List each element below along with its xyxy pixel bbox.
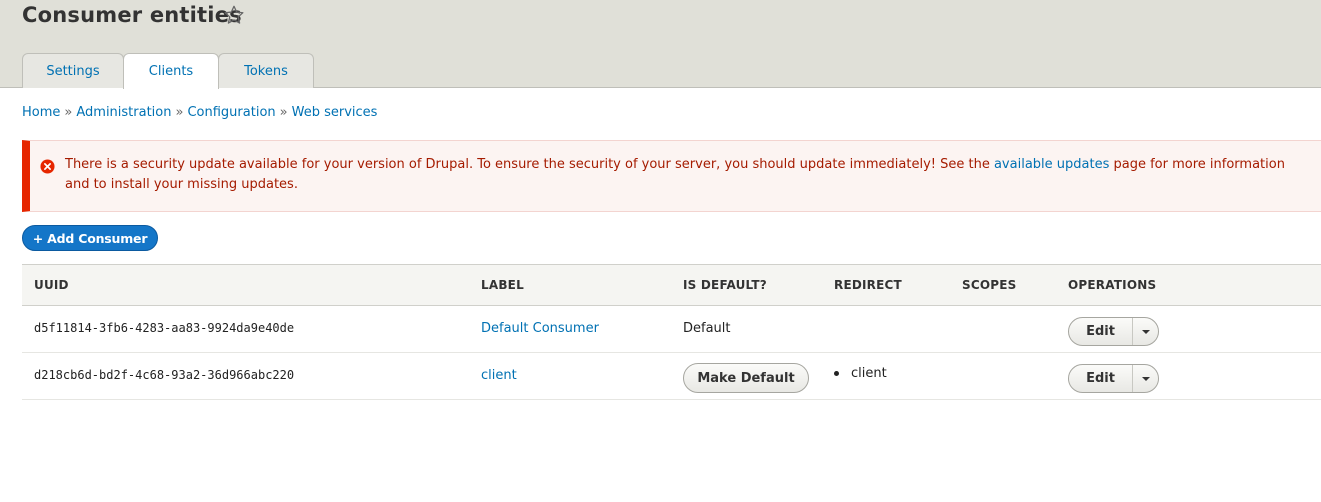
edit-button[interactable]: Edit <box>1069 365 1133 392</box>
alert-message: There is a security update available for… <box>65 155 1305 195</box>
operations-dropbutton: Edit <box>1068 364 1159 393</box>
breadcrumb-web-services[interactable]: Web services <box>292 105 378 120</box>
operations-dropbutton: Edit <box>1068 317 1159 346</box>
column-header-scopes: SCOPES <box>962 278 1017 292</box>
tab-tokens[interactable]: Tokens <box>218 53 314 88</box>
consumers-table: UUID LABEL IS DEFAULT? REDIRECT SCOPES O… <box>22 264 1321 400</box>
column-header-operations: OPERATIONS <box>1068 278 1157 292</box>
alert-text-before: There is a security update available for… <box>65 157 994 172</box>
table-header: UUID LABEL IS DEFAULT? REDIRECT SCOPES O… <box>22 264 1321 306</box>
table-row: d218cb6d-bd2f-4c68-93a2-36d966abc220 cli… <box>22 353 1321 400</box>
column-header-is-default: IS DEFAULT? <box>683 278 767 292</box>
page-header: Consumer entities Settings Clients Token… <box>0 0 1321 89</box>
redirect-list: client <box>834 366 887 381</box>
breadcrumb-home[interactable]: Home <box>22 105 60 120</box>
breadcrumb-configuration[interactable]: Configuration <box>187 105 275 120</box>
uuid-cell: d218cb6d-bd2f-4c68-93a2-36d966abc220 <box>34 368 295 382</box>
star-icon[interactable] <box>223 4 245 26</box>
operations-toggle[interactable] <box>1133 365 1158 392</box>
add-consumer-button[interactable]: + Add Consumer <box>22 225 158 251</box>
page-title: Consumer entities <box>22 3 242 27</box>
available-updates-link[interactable]: available updates <box>994 157 1109 172</box>
is-default-value: Default <box>683 321 731 336</box>
breadcrumb-separator: » <box>64 105 73 120</box>
breadcrumb-separator: » <box>279 105 288 120</box>
error-icon <box>40 159 55 174</box>
consumer-label-link[interactable]: Default Consumer <box>481 321 599 336</box>
table-row: d5f11814-3fb6-4283-aa83-9924da9e40de Def… <box>22 306 1321 353</box>
column-header-redirect: REDIRECT <box>834 278 902 292</box>
chevron-down-icon <box>1141 376 1150 381</box>
column-header-uuid: UUID <box>34 278 69 292</box>
primary-tabs: Settings Clients Tokens <box>22 53 314 89</box>
tab-label: Settings <box>46 63 100 79</box>
consumer-label-link[interactable]: client <box>481 368 517 383</box>
uuid-cell: d5f11814-3fb6-4283-aa83-9924da9e40de <box>34 321 295 335</box>
tab-label: Tokens <box>244 63 288 79</box>
tab-clients[interactable]: Clients <box>123 53 219 89</box>
tab-settings[interactable]: Settings <box>22 53 124 88</box>
breadcrumb-separator: » <box>175 105 184 120</box>
security-alert: There is a security update available for… <box>22 140 1321 212</box>
breadcrumb-administration[interactable]: Administration <box>76 105 171 120</box>
tab-label: Clients <box>148 64 194 79</box>
breadcrumb: Home» Administration» Configuration» Web se… <box>22 105 377 120</box>
make-default-button[interactable]: Make Default <box>683 363 809 393</box>
chevron-down-icon <box>1141 329 1150 334</box>
operations-toggle[interactable] <box>1133 318 1158 345</box>
column-header-label: LABEL <box>481 278 524 292</box>
redirect-item: client <box>834 366 887 381</box>
edit-button[interactable]: Edit <box>1069 318 1133 345</box>
